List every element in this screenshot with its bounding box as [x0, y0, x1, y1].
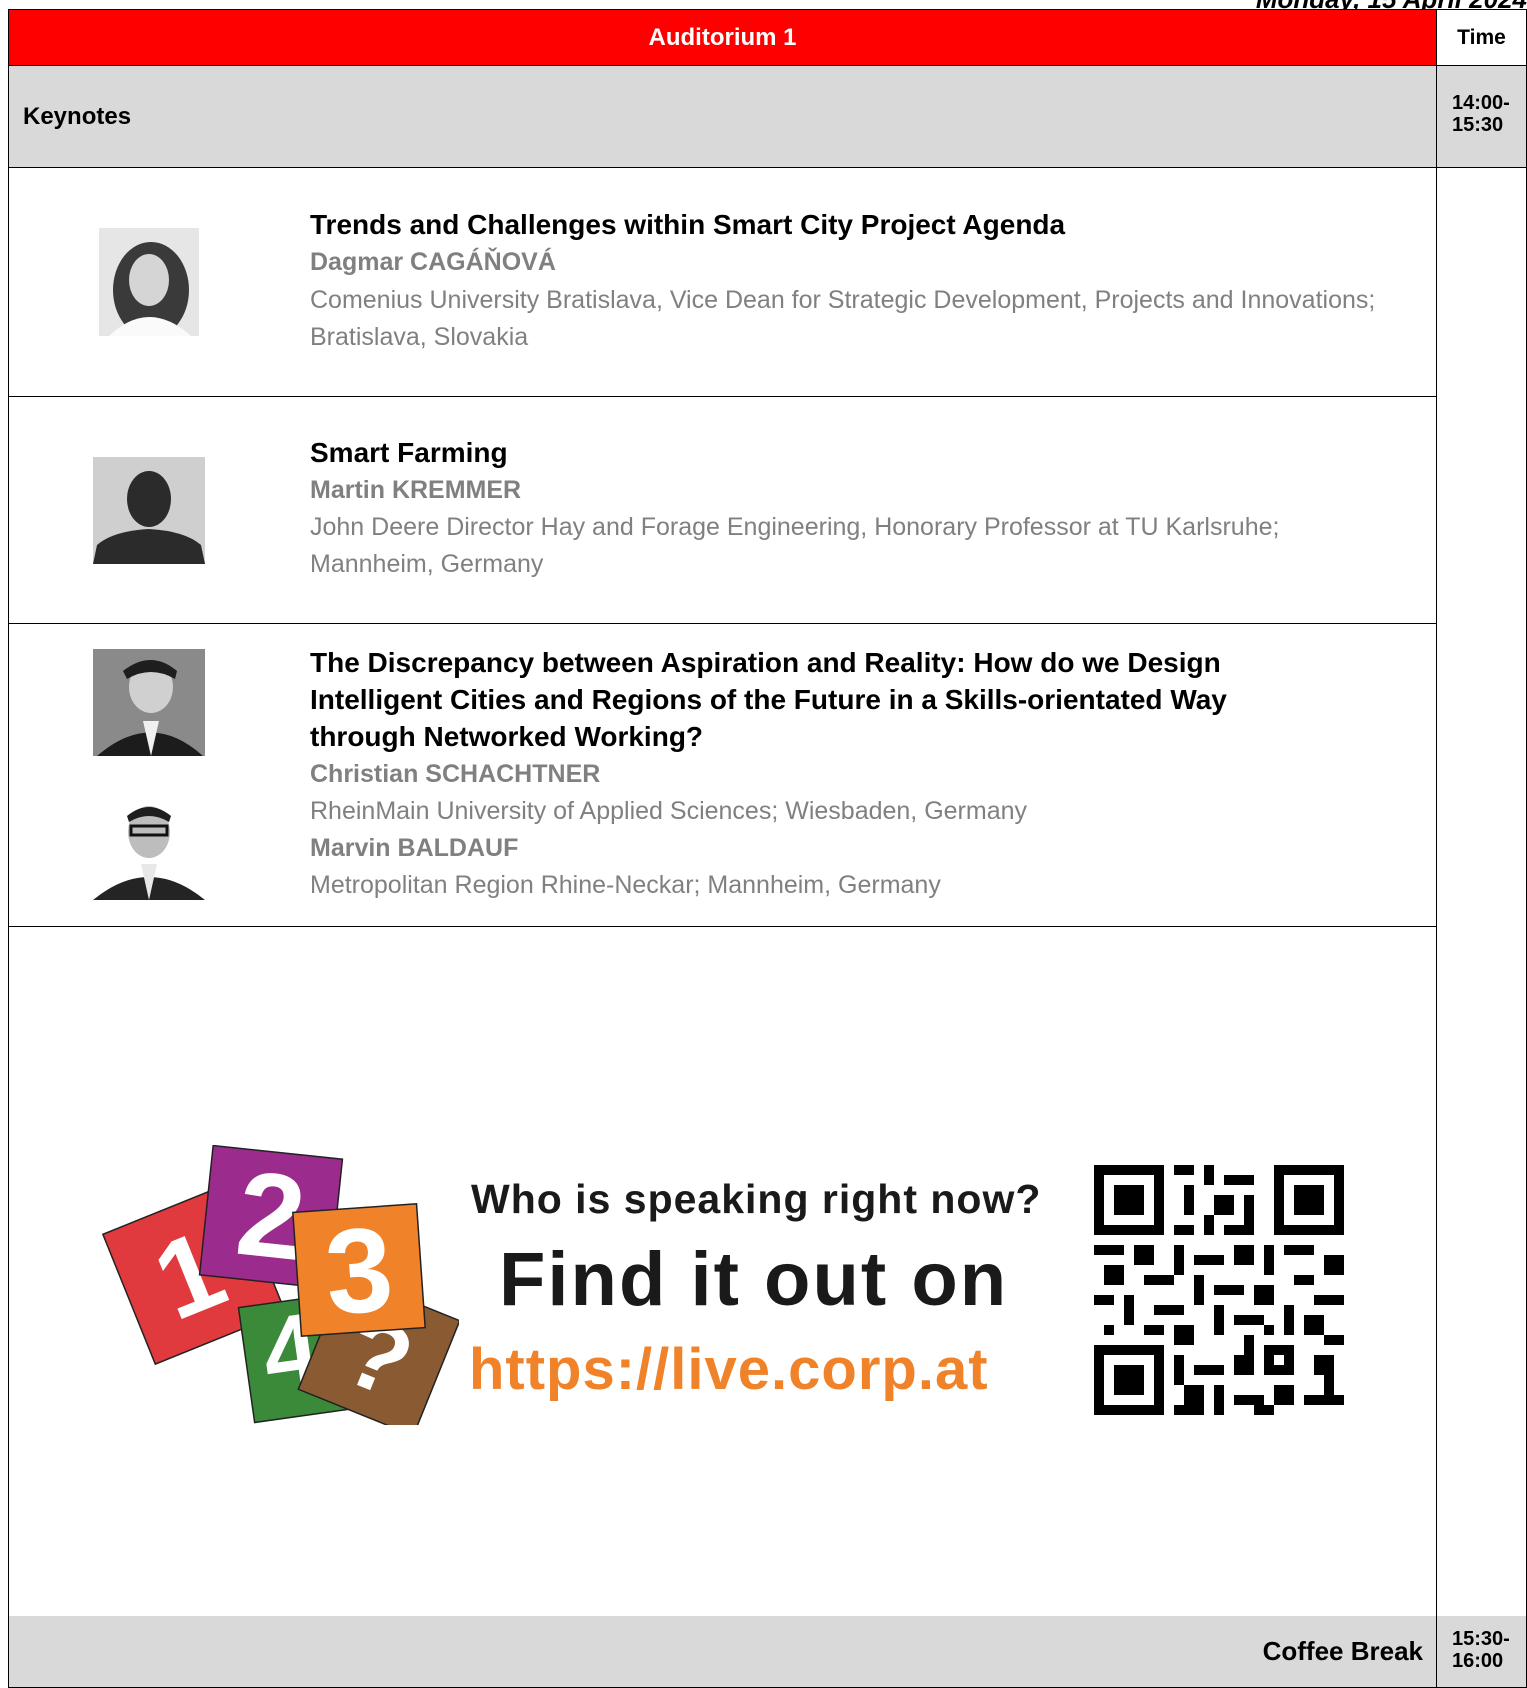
speaker-name: Martin KREMMER: [310, 476, 522, 504]
coffee-time-end: 16:00: [1452, 1650, 1504, 1672]
speaker-placeholder-avatar-icon: [93, 457, 205, 564]
live-banner-row: 1 4 ? 2 3 Who is speaking right now? Fin…: [8, 927, 1437, 1616]
speaker-name: Dagmar CAGÁŇOVÁ: [310, 248, 556, 276]
coffee-time-start: 15:30-: [1452, 1628, 1510, 1650]
numbered-tiles-logo: 1 4 ? 2 3: [101, 1145, 459, 1425]
speaker-name: Christian SCHACHTNER: [310, 760, 601, 788]
time-column-header: Time: [1437, 9, 1527, 66]
talk-title-line: The Discrepancy between Aspiration and R…: [310, 647, 1221, 678]
speaker-affiliation: Comenius University Bratislava, Vice Dea…: [310, 286, 1376, 314]
tile-3: 3: [321, 1202, 397, 1340]
session-time: 14:00- 15:30: [1437, 66, 1527, 168]
time-column: [1437, 168, 1527, 1616]
talk-title: Trends and Challenges within Smart City …: [310, 209, 1066, 240]
speaker-name: Marvin BALDAUF: [310, 834, 519, 862]
talk-row: Trends and Challenges within Smart City …: [8, 168, 1437, 397]
room-header: Auditorium 1: [8, 9, 1437, 66]
talk-title-line: through Networked Working?: [310, 721, 704, 752]
speaker-photo: [99, 228, 199, 336]
banner-question: Who is speaking right now?: [471, 1176, 1042, 1222]
speaker-photo: [93, 792, 205, 900]
session-title: Keynotes: [8, 66, 1437, 168]
coffee-break: Coffee Break: [8, 1616, 1437, 1688]
speaker-affiliation: John Deere Director Hay and Forage Engin…: [310, 513, 1280, 541]
talk-title: Smart Farming: [310, 437, 508, 468]
banner-find-text: Find it out on: [499, 1237, 1009, 1322]
speaker-affiliation: Metropolitan Region Rhine-Neckar; Mannhe…: [310, 871, 941, 899]
talk-title-line: Intelligent Cities and Regions of the Fu…: [310, 684, 1227, 715]
talk-row: The Discrepancy between Aspiration and R…: [8, 624, 1437, 927]
speaker-affiliation: RheinMain University of Applied Sciences…: [310, 797, 1028, 825]
speaker-affiliation: Mannheim, Germany: [310, 550, 544, 578]
banner-url-link[interactable]: https://live.corp.at: [469, 1336, 989, 1403]
talk-row: Smart Farming Martin KREMMER John Deere …: [8, 397, 1437, 624]
session-time-start: 14:00-: [1452, 92, 1510, 114]
coffee-break-time: 15:30- 16:00: [1437, 1616, 1527, 1688]
speaker-photo: [93, 649, 205, 756]
qr-code-icon[interactable]: [1094, 1165, 1344, 1415]
session-time-end: 15:30: [1452, 114, 1504, 136]
speaker-affiliation: Bratislava, Slovakia: [310, 323, 529, 351]
